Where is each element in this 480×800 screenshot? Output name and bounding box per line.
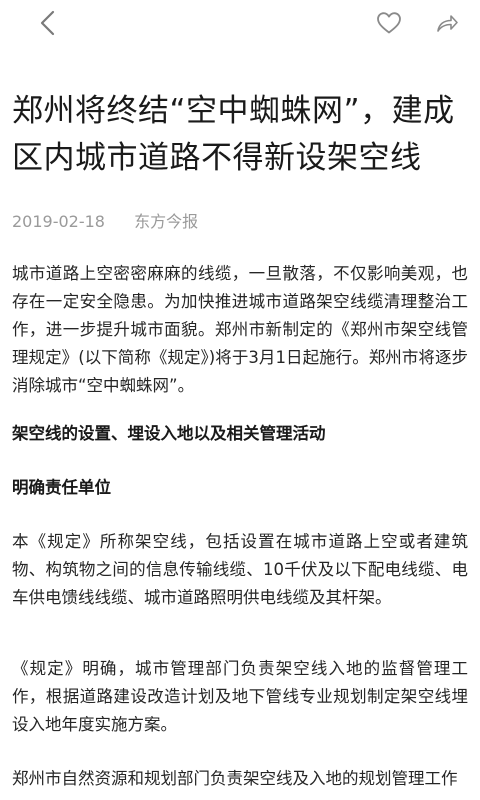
article-paragraph: 城市道路上空密密麻麻的线缆，一旦散落，不仅影响美观，也存在一定安全隐患。为加快推… xyxy=(12,264,468,395)
heart-outline-icon xyxy=(376,11,402,39)
publish-date: 2019-02-18 xyxy=(12,212,105,231)
article-paragraph: 本《规定》所称架空线，包括设置在城市道路上空或者建筑物、构筑物之间的信息传输线缆… xyxy=(12,532,468,607)
share-arrow-icon xyxy=(435,12,459,38)
back-button[interactable] xyxy=(30,8,64,42)
chevron-left-icon xyxy=(37,9,57,41)
article-paragraph: 郑州市自然资源和规划部门负责架空线及入地的规划管理工作 xyxy=(12,769,458,788)
section-heading: 明确责任单位 xyxy=(12,478,111,497)
share-button[interactable] xyxy=(430,8,464,42)
article-meta: 2019-02-18 东方今报 xyxy=(12,208,198,232)
like-button[interactable] xyxy=(372,8,406,42)
top-navigation-bar xyxy=(0,0,480,50)
article-title: 郑州将终结“空中蜘蛛网”，建成区内城市道路不得新设架空线 xyxy=(12,93,455,176)
article-paragraph: 《规定》明确，城市管理部门负责架空线入地的监督管理工作，根据道路建设改造计划及地… xyxy=(12,659,468,734)
article-source: 东方今报 xyxy=(134,212,199,231)
section-heading: 架空线的设置、埋设入地以及相关管理活动 xyxy=(12,424,326,443)
